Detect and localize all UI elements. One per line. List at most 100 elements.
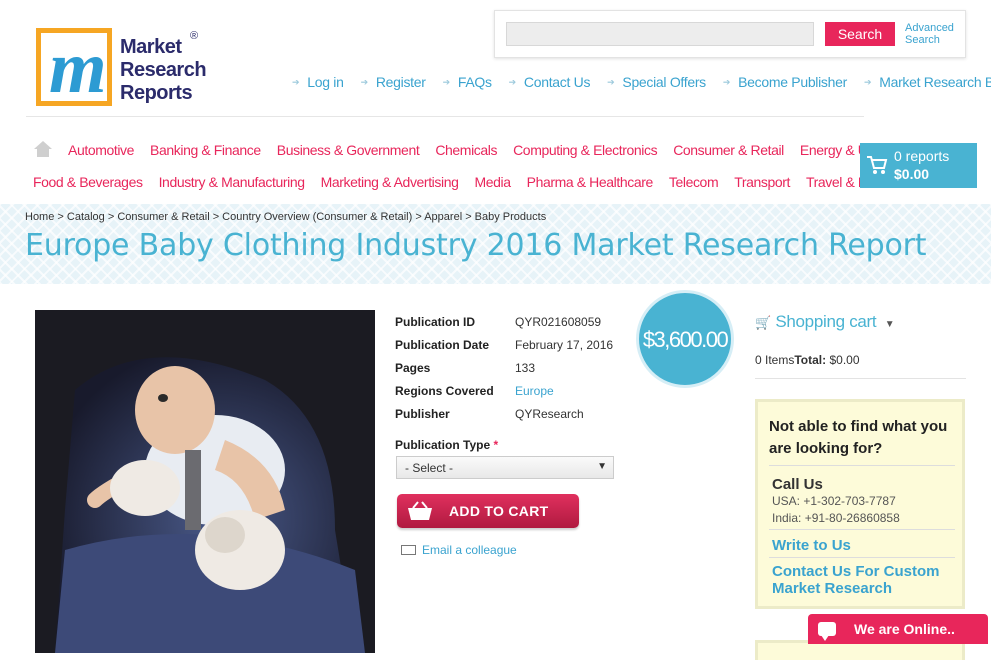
cart-items-count: 0 Items (755, 353, 795, 367)
toplink-label: Special Offers (622, 74, 706, 90)
toplink-special-offers[interactable]: ➔ Special Offers (607, 74, 706, 90)
add-to-cart-button[interactable]: ADD TO CART (397, 494, 579, 528)
header-cart[interactable]: 0 reports $0.00 (860, 143, 977, 188)
home-icon[interactable] (34, 141, 52, 157)
divider (769, 465, 955, 466)
cart-total: $0.00 (894, 166, 930, 182)
nav-banking-finance[interactable]: Banking & Finance (150, 142, 261, 158)
publication-type-label: Publication Type * (395, 438, 498, 452)
live-chat-button[interactable]: We are Online.. (808, 614, 988, 644)
nav-telecom[interactable]: Telecom (669, 174, 719, 190)
toplink-faqs[interactable]: ➔ FAQs (443, 74, 492, 90)
toplink-become-publisher[interactable]: ➔ Become Publisher (723, 74, 847, 90)
arrow-icon: ➔ (360, 77, 369, 87)
cart-total-value: $0.00 (826, 353, 860, 367)
search-panel: Search Advanced Search (494, 10, 966, 58)
advanced-search-line-1: Advanced (905, 22, 954, 34)
divider (26, 116, 864, 117)
nav-food-beverages[interactable]: Food & Beverages (33, 174, 143, 190)
detail-row: Publisher QYResearch (395, 403, 613, 426)
toplink-label: Market Research Blog (879, 74, 991, 90)
divider (769, 557, 955, 558)
advanced-search-line-2: Search (905, 34, 940, 46)
add-to-cart-label: ADD TO CART (449, 503, 549, 519)
caret-down-icon: ▼ (597, 461, 607, 472)
nav-pharma-healthcare[interactable]: Pharma & Healthcare (527, 174, 654, 190)
email-colleague-link[interactable]: Email a colleague (401, 543, 517, 557)
divider (769, 529, 955, 530)
custom-research-line-1: Contact Us For Custom (772, 563, 940, 580)
product-details: Publication ID QYR021608059 Publication D… (395, 311, 613, 426)
toplink-label: Log in (307, 74, 344, 90)
nav-consumer-retail[interactable]: Consumer & Retail (673, 142, 784, 158)
custom-research-link[interactable]: Contact Us For Custom Market Research (772, 563, 940, 597)
detail-value: February 17, 2016 (515, 338, 614, 352)
detail-label: Publication ID (395, 315, 476, 329)
select-value: - Select - (405, 461, 454, 475)
nav-automotive[interactable]: Automotive (68, 142, 134, 158)
category-nav-row-2: Food & Beverages Industry & Manufacturing… (33, 174, 901, 190)
envelope-icon (401, 545, 416, 555)
detail-value: QYR021608059 (515, 315, 602, 329)
category-nav-row-1: Automotive Banking & Finance Business & Go… (68, 142, 900, 158)
toplink-contact[interactable]: ➔ Contact Us (509, 74, 591, 90)
phone-india: India: +91-80-26860858 (772, 511, 900, 525)
live-chat-label: We are Online.. (854, 621, 955, 637)
cart-total-label: Total: (794, 353, 827, 367)
region-link[interactable]: Europe (515, 384, 554, 398)
logo-letter: m (49, 27, 107, 109)
toplink-label: Contact Us (523, 74, 591, 90)
logo[interactable]: m (36, 28, 112, 106)
nav-business-government[interactable]: Business & Government (277, 142, 420, 158)
shopping-cart-summary: 0 ItemsTotal: $0.00 (755, 353, 860, 367)
detail-label: Pages (395, 361, 431, 375)
help-heading: Not able to find what you are looking fo… (769, 418, 948, 457)
shopping-cart-title: Shopping cart (775, 312, 877, 331)
publication-type-select[interactable]: - Select - ▼ (396, 456, 614, 479)
advanced-search-link[interactable]: Advanced Search (905, 22, 961, 46)
arrow-icon: ➔ (292, 77, 300, 87)
nav-computing-electronics[interactable]: Computing & Electronics (513, 142, 657, 158)
toplink-label: FAQs (457, 74, 492, 90)
detail-label: Regions Covered (395, 384, 494, 398)
toplink-login[interactable]: ➔ Log in (292, 74, 344, 90)
detail-row: Pages 133 (395, 357, 613, 380)
breadcrumb[interactable]: Home > Catalog > Consumer & Retail > Cou… (25, 211, 546, 223)
chevron-down-icon: ▼ (884, 319, 895, 330)
write-to-us-link[interactable]: Write to Us (772, 537, 851, 554)
detail-label: Publication Date (395, 338, 490, 352)
detail-value: 133 (515, 361, 536, 375)
shopping-cart-header[interactable]: 🛒 Shopping cart ▼ (755, 312, 895, 332)
search-input[interactable] (506, 22, 814, 46)
toplink-register[interactable]: ➔ Register (361, 74, 426, 90)
detail-label: Publisher (395, 407, 450, 421)
help-box: Not able to find what you are looking fo… (755, 399, 965, 609)
page-title: Europe Baby Clothing Industry 2016 Marke… (25, 228, 927, 263)
cart-icon (867, 156, 888, 174)
detail-row: Publication ID QYR021608059 (395, 311, 613, 334)
arrow-icon: ➔ (863, 77, 872, 87)
chat-bubble-icon (818, 622, 836, 641)
toplink-blog[interactable]: ➔ Market Research Blog (864, 74, 991, 90)
toplink-label: Become Publisher (738, 74, 847, 90)
publication-type-text: Publication Type (395, 438, 491, 452)
email-colleague-label: Email a colleague (422, 543, 517, 557)
nav-chemicals[interactable]: Chemicals (435, 142, 497, 158)
custom-research-line-2: Market Research (772, 580, 893, 597)
detail-row: Publication Date February 17, 2016 (395, 334, 613, 357)
toplink-label: Register (375, 74, 426, 90)
nav-marketing-advertising[interactable]: Marketing & Advertising (321, 174, 459, 190)
detail-row: Regions Covered Europe (395, 380, 613, 403)
baby-in-car-seat-image (35, 310, 375, 653)
registered-mark: ® (190, 30, 199, 42)
basket-icon (408, 501, 432, 520)
detail-value: QYResearch (515, 407, 584, 421)
search-button[interactable]: Search (825, 22, 895, 46)
arrow-icon: ➔ (508, 77, 517, 87)
nav-media[interactable]: Media (474, 174, 511, 190)
arrow-icon: ➔ (442, 77, 451, 87)
arrow-icon: ➔ (722, 77, 731, 87)
logo-text[interactable]: Market Research Reports (120, 36, 207, 105)
nav-industry-manufacturing[interactable]: Industry & Manufacturing (159, 174, 305, 190)
nav-transport[interactable]: Transport (734, 174, 790, 190)
